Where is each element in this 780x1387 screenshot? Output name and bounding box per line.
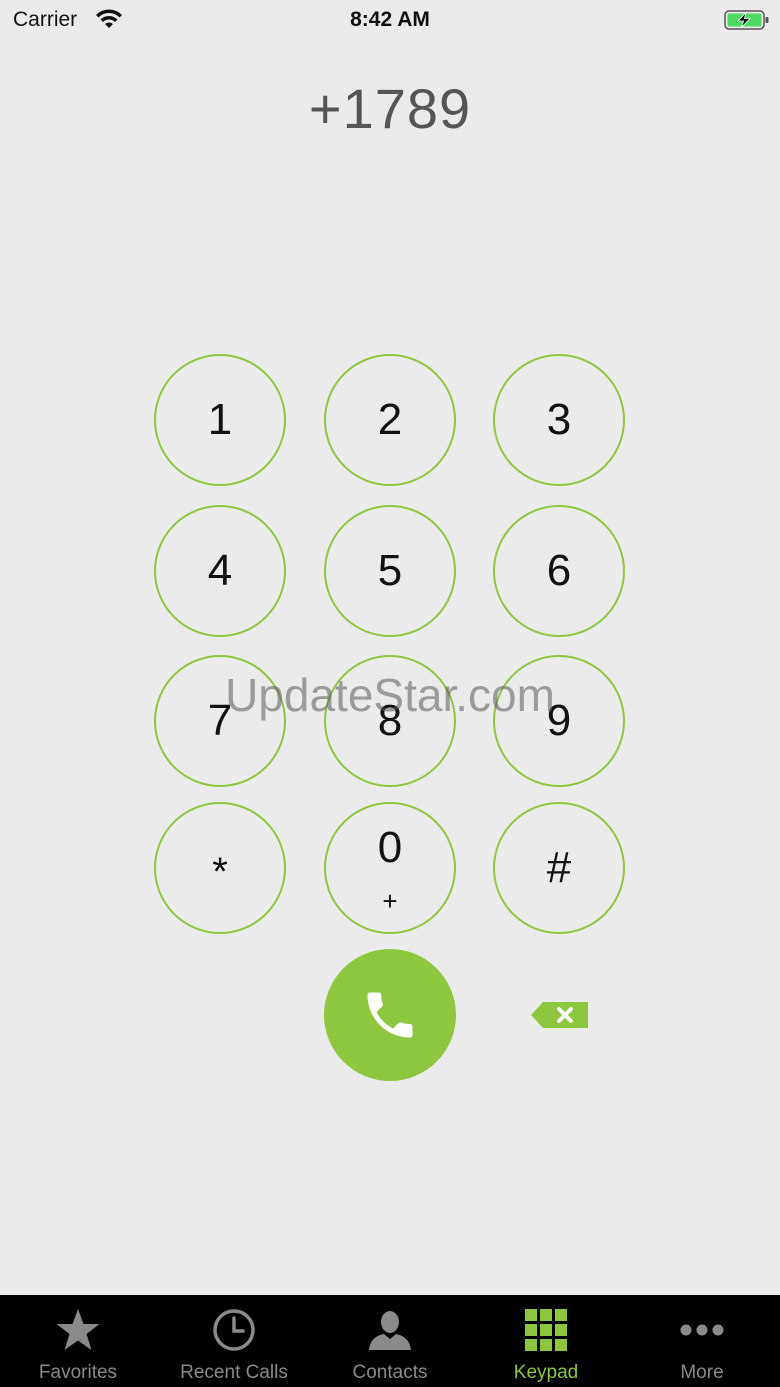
key-digit: 3 [546,395,572,444]
key-hash[interactable]: # [493,802,625,934]
more-icon [680,1324,724,1336]
key-digit: 8 [377,696,403,745]
backspace-button[interactable] [530,1000,590,1030]
tab-label: More [680,1362,724,1383]
status-bar: Carrier 8:42 AM [0,0,780,40]
key-2[interactable]: 2 [324,354,456,486]
keypad-icon [525,1309,567,1351]
key-digit: 2 [377,395,403,444]
key-digit: 7 [207,696,233,745]
clock: 8:42 AM [350,8,430,31]
phone-icon [367,992,413,1038]
key-8[interactable]: 8 [324,655,456,787]
tab-label: Contacts [352,1362,428,1383]
key-4[interactable]: 4 [154,505,286,637]
call-button[interactable] [324,949,456,1081]
key-digit: * [212,850,228,894]
key-digit: 4 [207,546,233,595]
key-1[interactable]: 1 [154,354,286,486]
tab-more[interactable]: More [624,1295,780,1387]
tab-label: Keypad [513,1362,579,1383]
clock-icon [213,1309,255,1351]
battery-charging-icon [724,10,769,30]
key-5[interactable]: 5 [324,505,456,637]
person-icon [369,1311,411,1350]
key-0[interactable]: 0 + [324,802,456,934]
key-digit: 5 [377,546,403,595]
tab-keypad[interactable]: Keypad [468,1295,624,1387]
tab-label: Recent Calls [180,1362,288,1383]
key-digit: 9 [546,696,572,745]
key-star[interactable]: * [154,802,286,934]
tab-contacts[interactable]: Contacts [312,1295,468,1387]
dialed-number: +1789 [308,77,472,140]
key-6[interactable]: 6 [493,505,625,637]
key-7[interactable]: 7 [154,655,286,787]
tab-bar: Favorites Recent Calls Contacts Keypad M… [0,1295,780,1387]
tab-favorites[interactable]: Favorites [0,1295,156,1387]
key-sub-label: + [382,886,398,916]
tab-label: Favorites [38,1362,118,1383]
tab-recent-calls[interactable]: Recent Calls [156,1295,312,1387]
key-digit: 6 [546,546,572,595]
key-digit: 0 [377,823,403,872]
star-icon [56,1309,100,1350]
key-digit: 1 [207,395,233,444]
key-3[interactable]: 3 [493,354,625,486]
key-digit: # [546,843,572,892]
key-9[interactable]: 9 [493,655,625,787]
